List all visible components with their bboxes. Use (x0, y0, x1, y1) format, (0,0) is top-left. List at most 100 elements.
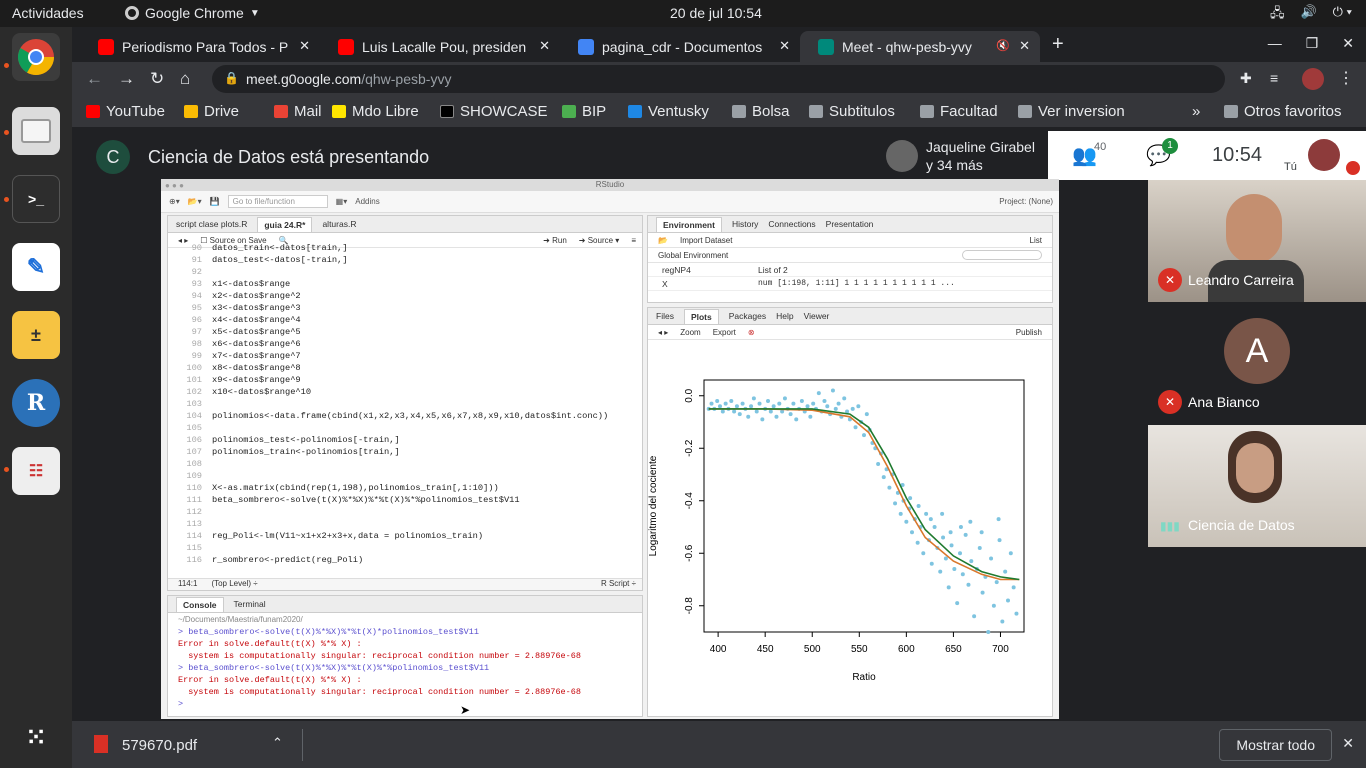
tab-help[interactable]: Help (776, 311, 793, 321)
code-line[interactable]: 117 (168, 566, 642, 568)
bookmark-youtube[interactable]: YouTube (86, 103, 165, 120)
code-line[interactable]: 111 beta_sombrero<-solve(t(X)%*%X)%*%t(X)… (168, 494, 642, 506)
terminal-dock-icon[interactable]: >_ (12, 175, 60, 223)
code-line[interactable]: 98 x6<-datos$range^6 (168, 338, 642, 350)
close-tab-icon[interactable]: ✕ (299, 38, 310, 54)
zoom-button[interactable]: Zoom (680, 328, 700, 337)
activities-button[interactable]: Actividades (12, 5, 84, 21)
profile-avatar[interactable] (1302, 68, 1324, 90)
code-line[interactable]: 114 reg_Poli<-lm(V11~x1+x2+x3+x,data = po… (168, 530, 642, 542)
code-line[interactable]: 96 x4<-datos$range^4 (168, 314, 642, 326)
addins-menu[interactable]: Addins (355, 197, 379, 206)
tab-viewer[interactable]: Viewer (804, 311, 830, 321)
tab-history[interactable]: History (732, 219, 758, 229)
tab-pagina-cdr[interactable]: pagina_cdr - Documentos ✕ (560, 31, 800, 62)
clock[interactable]: 20 de jul 10:54 (670, 5, 762, 21)
tab-meet[interactable]: Meet - qhw-pesb-yvy 🔇 ✕ (800, 31, 1040, 62)
participant-tile[interactable]: A ✕ Ana Bianco (1148, 302, 1366, 424)
code-line[interactable]: 106 polinomios_test<-polinomios[-train,] (168, 434, 642, 446)
code-line[interactable]: 113 (168, 518, 642, 530)
tab-packages[interactable]: Packages (729, 311, 766, 321)
code-line[interactable]: 93 x1<-datos$range (168, 278, 642, 290)
tab-periodismo[interactable]: Periodismo Para Todos - P ✕ (80, 31, 320, 62)
env-row[interactable]: regNP4 List of 2 (648, 263, 1052, 277)
code-line[interactable]: 100 x8<-datos$range^8 (168, 362, 642, 374)
global-environment-menu[interactable]: Global Environment (658, 251, 728, 260)
extensions-icon[interactable]: ✚ (1240, 70, 1252, 87)
code-line[interactable]: 91 datos_test<-datos[-train,] (168, 254, 642, 266)
bookmark-folder-ver-inversion[interactable]: Ver inversion (1018, 103, 1125, 120)
code-line[interactable]: 115 (168, 542, 642, 554)
code-line[interactable]: 95 x3<-datos$range^3 (168, 302, 642, 314)
run-button[interactable]: ➜ Run (543, 236, 567, 245)
load-icon[interactable]: 📂 (658, 236, 668, 245)
reload-icon[interactable]: ↻ (150, 69, 164, 89)
tab-files[interactable]: Files (656, 311, 674, 321)
code-line[interactable]: 103 (168, 398, 642, 410)
goto-file-input[interactable]: Go to file/function (227, 195, 328, 208)
tab-lacalle[interactable]: Luis Lacalle Pou, presiden ✕ (320, 31, 560, 62)
close-tab-icon[interactable]: ✕ (1019, 38, 1030, 54)
code-editor[interactable]: 90 datos_train<-datos[train,] 91 datos_test… (168, 242, 642, 568)
bookmark-folder-facultad[interactable]: Facultad (920, 103, 998, 120)
code-line[interactable]: 102 x10<-datos$range^10 (168, 386, 642, 398)
code-line[interactable]: 94 x2<-datos$range^2 (168, 290, 642, 302)
environment-search-input[interactable] (962, 250, 1042, 260)
back-icon[interactable]: ← (86, 69, 103, 89)
tab-console[interactable]: Console (176, 596, 224, 612)
file-type[interactable]: R Script ÷ (601, 579, 636, 590)
close-window-icon[interactable]: ✕ (1342, 35, 1354, 52)
tab-environment[interactable]: Environment (656, 216, 722, 232)
bookmark-mdo-libre[interactable]: Mdo Libre (332, 103, 419, 120)
code-line[interactable]: 101 x9<-datos$range^9 (168, 374, 642, 386)
bookmark-mail[interactable]: Mail (274, 103, 322, 120)
bookmark-drive[interactable]: Drive (184, 103, 239, 120)
project-menu[interactable]: Project: (None) (999, 197, 1053, 206)
editor-tab-active[interactable]: guia 24.R* (257, 216, 313, 232)
bookmark-bip[interactable]: BIP (562, 103, 606, 120)
code-line[interactable]: 110 X<-as.matrix(cbind(rep(1,198),polinom… (168, 482, 642, 494)
bookmark-folder-otros[interactable]: Otros favoritos (1224, 103, 1342, 120)
participant-tile[interactable]: ✕ Leandro Carreira (1148, 180, 1366, 302)
editor-tab[interactable]: alturas.R (322, 219, 356, 229)
forward-icon[interactable]: → (118, 69, 135, 89)
chrome-dock-icon[interactable] (12, 33, 60, 81)
maximize-icon[interactable]: ❐ (1306, 35, 1319, 52)
muted-audio-icon[interactable]: 🔇 (996, 39, 1010, 52)
code-line[interactable]: 112 (168, 506, 642, 518)
system-tray[interactable]: 🖧 🔊 ⏻ ▾ (1270, 4, 1352, 26)
code-line[interactable]: 108 (168, 458, 642, 470)
chrome-menu-icon[interactable]: ⋮ (1338, 68, 1354, 88)
code-line[interactable]: 90 datos_train<-datos[train,] (168, 242, 642, 254)
grid-icon[interactable]: ▦▾ (336, 197, 348, 206)
open-file-icon[interactable]: 📂▾ (188, 197, 202, 206)
close-tab-icon[interactable]: ✕ (779, 38, 790, 54)
scope-indicator[interactable]: (Top Level) ÷ (211, 579, 257, 590)
save-icon[interactable]: 💾 (210, 197, 220, 206)
code-line[interactable]: 92 (168, 266, 642, 278)
tab-terminal[interactable]: Terminal (234, 599, 266, 609)
bookmark-folder-subtitulos[interactable]: Subtitulos (809, 103, 895, 120)
new-tab-icon[interactable]: + (1052, 33, 1064, 56)
tab-presentation[interactable]: Presentation (826, 219, 874, 229)
window-buttons-icon[interactable]: ● ● ● (165, 181, 184, 190)
address-bar[interactable]: 🔒 meet.g0oogle.com/qhw-pesb-yvy (212, 65, 1225, 93)
participant-tile[interactable]: Ciencia de Datos ▮▮▮ (1148, 425, 1366, 547)
close-tab-icon[interactable]: ✕ (539, 38, 550, 54)
bookmark-ventusky[interactable]: Ventusky (628, 103, 709, 120)
self-avatar[interactable] (1308, 139, 1340, 171)
show-all-button[interactable]: Mostrar todo (1219, 729, 1332, 761)
list-view-menu[interactable]: List (1030, 236, 1042, 245)
tab-connections[interactable]: Connections (768, 219, 815, 229)
download-filename[interactable]: 579670.pdf (122, 737, 197, 754)
text-editor-dock-icon[interactable]: ✎ (12, 243, 60, 291)
remove-plot-icon[interactable]: ⊗ (748, 328, 755, 337)
console-output[interactable]: > beta_sombrero<-solve(t(X)%*%X)%*%t(X)*… (168, 626, 642, 710)
code-line[interactable]: 105 (168, 422, 642, 434)
new-file-icon[interactable]: ⊕▾ (169, 197, 180, 206)
code-line[interactable]: 97 x5<-datos$range^5 (168, 326, 642, 338)
document-viewer-dock-icon[interactable]: ☷ (12, 447, 60, 495)
show-applications-icon[interactable]: ⁙ (12, 713, 60, 761)
bookmark-showcase[interactable]: SHOWCASE (440, 103, 548, 120)
files-dock-icon[interactable] (12, 107, 60, 155)
